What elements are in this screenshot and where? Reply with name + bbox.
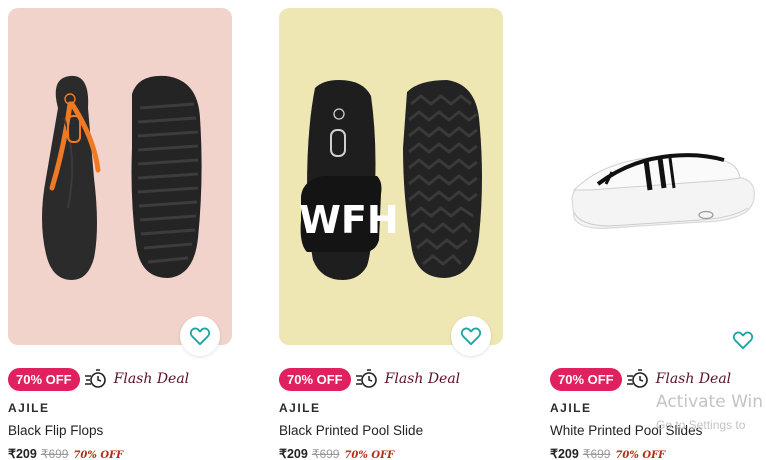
price-row: ₹209 ₹699 70% OFF [8, 446, 123, 460]
discount-badge: 70% OFF [8, 367, 80, 391]
watermark-line-2: Go to Settings to [656, 418, 746, 432]
deal-row: 70% OFF Flash Deal [550, 367, 731, 391]
flash-deal-icon [626, 369, 648, 388]
discount-badge: 70% OFF [279, 367, 351, 391]
product-name[interactable]: Black Printed Pool Slide [279, 423, 423, 438]
watermark-line-1: Activate Win [656, 392, 764, 412]
flash-deal-icon [84, 369, 106, 388]
price-row: ₹209 ₹699 70% OFF [550, 446, 665, 460]
product-name[interactable]: Black Flip Flops [8, 423, 103, 438]
product-image[interactable] [550, 8, 766, 345]
heart-icon [189, 327, 211, 346]
original-price: ₹699 [582, 447, 611, 460]
wishlist-button[interactable] [451, 316, 491, 356]
product-image[interactable] [8, 8, 232, 345]
discount-text: 70% OFF [73, 450, 124, 460]
discount-text: 70% OFF [344, 450, 395, 460]
original-price: ₹699 [40, 447, 69, 460]
original-price: ₹699 [311, 447, 340, 460]
heart-icon [460, 327, 482, 346]
flash-deal-label: Flash Deal [113, 371, 190, 387]
deal-row: 70% OFF Flash Deal [8, 367, 189, 391]
sale-price: ₹209 [8, 447, 37, 460]
brand-name: AJILE [279, 401, 321, 415]
deal-row: 70% OFF Flash Deal [279, 367, 460, 391]
price-row: ₹209 ₹699 70% OFF [279, 446, 394, 460]
sale-price: ₹209 [279, 447, 308, 460]
wishlist-button[interactable] [723, 320, 763, 360]
flash-deal-label: Flash Deal [655, 371, 732, 387]
wishlist-button[interactable] [180, 316, 220, 356]
flash-deal-icon [355, 369, 377, 388]
sale-price: ₹209 [550, 447, 579, 460]
discount-text: 70% OFF [615, 450, 666, 460]
pool-slide-image: WFH [299, 80, 482, 280]
brand-name: AJILE [8, 401, 50, 415]
product-card[interactable]: WFH 70% OFF Flash Deal AJILE Black Print… [279, 0, 505, 460]
product-card[interactable]: 70% OFF Flash Deal AJILE White Printed P… [550, 0, 766, 460]
white-slide-image [571, 153, 755, 229]
flip-flops-image [42, 75, 202, 280]
heart-icon [732, 331, 754, 350]
brand-name: AJILE [550, 401, 592, 415]
product-image[interactable]: WFH [279, 8, 503, 345]
discount-badge: 70% OFF [550, 367, 622, 391]
slide-print-text: WFH [299, 198, 399, 242]
product-card[interactable]: 70% OFF Flash Deal AJILE Black Flip Flop… [8, 0, 234, 460]
flash-deal-label: Flash Deal [384, 371, 461, 387]
windows-activation-watermark: Activate Win Go to Settings to [656, 392, 763, 432]
